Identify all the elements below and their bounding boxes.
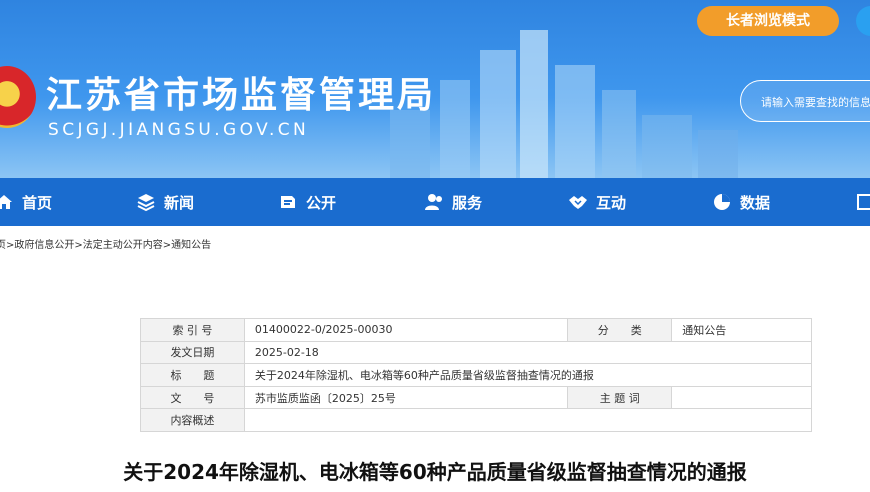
nav-label: 新闻: [164, 193, 195, 212]
search-input[interactable]: [761, 92, 870, 112]
nav-label: 数据: [740, 193, 771, 212]
nav-item-more[interactable]: [856, 178, 870, 226]
users-icon: [425, 194, 442, 210]
date-label: 发文日期: [140, 340, 245, 365]
table-row: 文 号 苏市监质监函〔2025〕25号 主 题 词: [140, 385, 812, 410]
document-info-table: 索 引 号 01400022-0/2025-00030 分 类 通知公告 发文日…: [140, 318, 813, 432]
pie-chart-icon: [714, 194, 730, 210]
title-label: 标 题: [140, 363, 245, 387]
main-nav: 首页 新闻 公开 服务 互动 数据: [0, 178, 870, 226]
category-value: 通知公告: [671, 318, 812, 342]
breadcrumb-item-gov-info[interactable]: 政府信息公开: [14, 240, 74, 251]
document-title: 关于2024年除湿机、电冰箱等60种产品质量省级监督抽查情况的通报: [123, 460, 747, 484]
table-row: 标 题 关于2024年除湿机、电冰箱等60种产品质量省级监督抽查情况的通报: [140, 363, 813, 387]
nav-item-service[interactable]: 服务: [424, 178, 482, 226]
nav-label: 服务: [452, 193, 483, 212]
category-label: 分 类: [567, 318, 673, 342]
breadcrumb-item-statutory[interactable]: 法定主动公开内容: [83, 240, 163, 251]
docno-label: 文 号: [140, 385, 245, 410]
national-emblem-logo: [0, 66, 36, 128]
nav-item-news[interactable]: 新闻: [136, 178, 194, 226]
breadcrumb-item-notices[interactable]: 通知公告: [171, 240, 211, 251]
table-row: 发文日期 2025-02-18: [140, 340, 813, 365]
header-banner: 江苏省市场监督管理局 SCJGJ.JIANGSU.GOV.CN 长者浏览模式: [0, 0, 870, 178]
index-label: 索 引 号: [140, 318, 245, 342]
breadcrumb: 页>政府信息公开>法定主动公开内容>通知公告: [0, 236, 211, 251]
search-box[interactable]: [740, 80, 870, 122]
subject-label: 主 题 词: [567, 385, 673, 410]
summary-value: [243, 408, 813, 432]
table-row: 内容概述: [140, 408, 813, 432]
grid-icon: [857, 194, 870, 210]
docno-value: 苏市监质监函〔2025〕25号: [243, 385, 569, 410]
site-domain: SCJGJ.JIANGSU.GOV.CN: [48, 120, 310, 140]
index-value: 01400022-0/2025-00030: [243, 318, 569, 342]
elder-mode-button[interactable]: 长者浏览模式: [697, 6, 839, 36]
nav-label: 首页: [22, 193, 53, 212]
site-title: 江苏省市场监督管理局: [46, 75, 437, 116]
open-icon: [281, 196, 295, 208]
handshake-icon: [569, 196, 587, 209]
breadcrumb-separator: >: [162, 240, 172, 251]
title-value: 关于2024年除湿机、电冰箱等60种产品质量省级监督抽查情况的通报: [243, 363, 813, 387]
breadcrumb-separator: >: [74, 240, 83, 251]
nav-item-home[interactable]: 首页: [0, 178, 52, 226]
accessibility-button[interactable]: [856, 6, 870, 36]
summary-label: 内容概述: [140, 408, 245, 432]
nav-item-interact[interactable]: 互动: [568, 178, 626, 226]
home-icon: [0, 195, 12, 209]
date-value: 2025-02-18: [243, 340, 813, 365]
nav-label: 互动: [596, 193, 627, 212]
subject-value: [671, 385, 812, 410]
layers-icon: [137, 194, 155, 212]
nav-label: 公开: [306, 193, 337, 212]
table-row: 索 引 号 01400022-0/2025-00030 分 类 通知公告: [140, 318, 812, 342]
nav-item-open[interactable]: 公开: [278, 178, 336, 226]
nav-item-data[interactable]: 数据: [712, 178, 770, 226]
